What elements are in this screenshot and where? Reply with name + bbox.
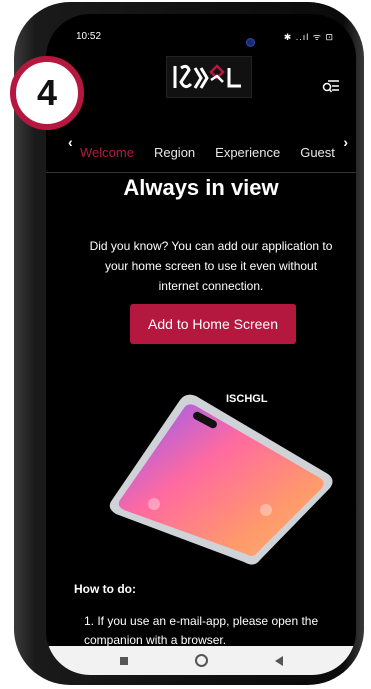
illustration-logo: ISCHGL — [226, 393, 268, 405]
tab-welcome[interactable]: Welcome — [80, 145, 134, 160]
smartphone-illustration: ISCHGL — [109, 393, 333, 565]
howto-step-1: 1. If you use an e-mail-app, please open… — [84, 614, 319, 647]
ischgl-logo-mark — [173, 64, 241, 89]
back-icon[interactable] — [274, 655, 283, 666]
android-nav-bar — [46, 646, 356, 675]
ischgl-logo[interactable] — [166, 56, 252, 98]
status-bar: 10:52 ✱ ..ıl ᯤ ⊡ — [46, 14, 356, 47]
search-menu-icon[interactable] — [322, 78, 340, 94]
tab-experience[interactable]: Experience — [215, 145, 280, 160]
app-header — [46, 56, 356, 102]
app-screen: 10:52 ✱ ..ıl ᯤ ⊡ ‹ › Welcome Region Expe… — [46, 14, 356, 675]
page-title: Always in view — [123, 175, 279, 200]
status-time: 10:52 — [76, 31, 102, 42]
front-camera — [246, 38, 255, 47]
tab-guest[interactable]: Guest — [300, 145, 335, 160]
howto-title: How to do: — [74, 582, 136, 596]
intro-description: Did you know? You can add our applicatio… — [89, 239, 333, 293]
recent-apps-icon[interactable] — [119, 656, 128, 665]
add-to-home-screen-button[interactable]: Add to Home Screen — [130, 304, 296, 344]
category-tabs: Welcome Region Experience Guest — [46, 132, 356, 173]
home-icon[interactable] — [194, 654, 208, 667]
step-number-badge: 4 — [10, 56, 84, 130]
status-icons: ✱ ..ıl ᯤ ⊡ — [283, 32, 334, 42]
tab-region[interactable]: Region — [154, 145, 195, 160]
